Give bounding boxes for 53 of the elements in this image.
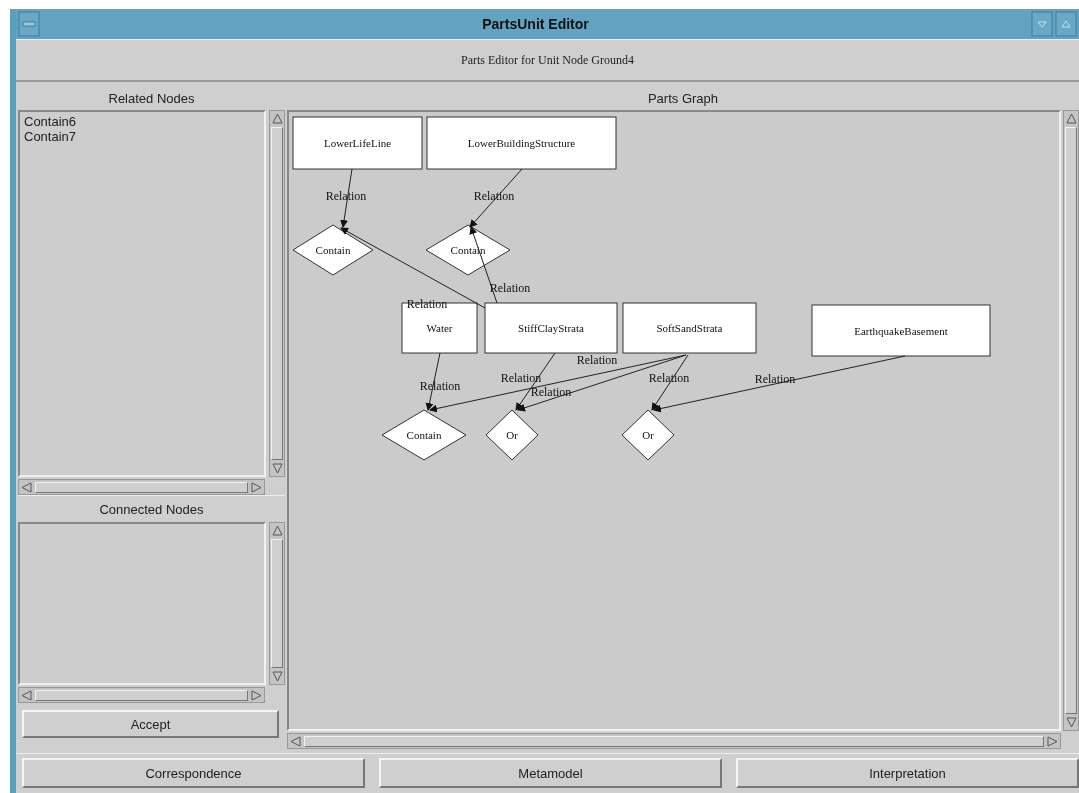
up-arrow-icon[interactable] (1065, 113, 1077, 124)
related-nodes-list[interactable]: Contain6 Contain7 (18, 110, 266, 477)
vertical-scrollbar[interactable] (1063, 110, 1079, 731)
node-box[interactable]: LowerBuildingStructure (426, 116, 617, 170)
vertical-scrollbar[interactable] (269, 110, 285, 477)
node-box[interactable]: SoftSandStrata (622, 302, 757, 354)
diamond-node[interactable]: Contain (381, 409, 467, 461)
diamond-node[interactable]: Or (621, 409, 675, 461)
edge-label: Relation (530, 385, 572, 399)
list-item[interactable]: Contain6 (24, 114, 77, 129)
vertical-scrollbar[interactable] (269, 522, 285, 685)
edge-label: Relation (500, 371, 542, 385)
left-arrow-icon[interactable] (21, 689, 32, 701)
panel-heading: Related Nodes (108, 90, 195, 106)
accept-button[interactable]: Accept (22, 710, 279, 738)
down-arrow-icon[interactable] (1065, 717, 1077, 728)
horizontal-scrollbar[interactable] (18, 479, 265, 495)
up-arrow-icon[interactable] (271, 525, 283, 536)
edge-label: Relation (576, 353, 618, 367)
minimize-icon[interactable] (1031, 11, 1053, 37)
edge-label: Relation (473, 189, 515, 203)
horizontal-scrollbar[interactable] (18, 687, 265, 703)
window-title: PartsUnit Editor (481, 16, 590, 32)
down-arrow-icon[interactable] (271, 463, 283, 474)
left-arrow-icon[interactable] (21, 481, 32, 493)
diamond-node[interactable]: Contain (292, 224, 374, 276)
edge-label: Relation (325, 189, 367, 203)
right-arrow-icon[interactable] (251, 689, 262, 701)
right-arrow-icon[interactable] (251, 481, 262, 493)
edge-label: Relation (648, 371, 690, 385)
action-button[interactable]: Correspondence (22, 758, 365, 788)
action-button[interactable]: Metamodel (379, 758, 722, 788)
right-arrow-icon[interactable] (1047, 735, 1058, 747)
node-box[interactable]: StiffClayStrata (484, 302, 618, 354)
node-box[interactable]: EarthquakeBasement (811, 304, 991, 357)
horizontal-scrollbar[interactable] (287, 733, 1061, 749)
diamond-node[interactable]: Contain (425, 224, 511, 276)
left-arrow-icon[interactable] (290, 735, 301, 747)
down-arrow-icon[interactable] (271, 671, 283, 682)
edge-label: Relation (754, 372, 796, 386)
window-menu-icon[interactable] (18, 11, 40, 37)
panel-heading: Parts Graph (647, 90, 719, 106)
edge-label: Relation (489, 281, 531, 295)
diamond-node[interactable]: Or (485, 409, 539, 461)
list-item[interactable]: Contain7 (24, 129, 77, 144)
up-arrow-icon[interactable] (271, 113, 283, 124)
panel-heading: Connected Nodes (99, 501, 204, 517)
action-button[interactable]: Interpretation (736, 758, 1079, 788)
editor-subtitle: Parts Editor for Unit Node Ground4 (461, 52, 634, 68)
node-box[interactable]: LowerLifeLine (292, 116, 423, 170)
edge-label: Relation (419, 379, 461, 393)
maximize-icon[interactable] (1055, 11, 1077, 37)
connected-nodes-list[interactable] (18, 522, 266, 685)
